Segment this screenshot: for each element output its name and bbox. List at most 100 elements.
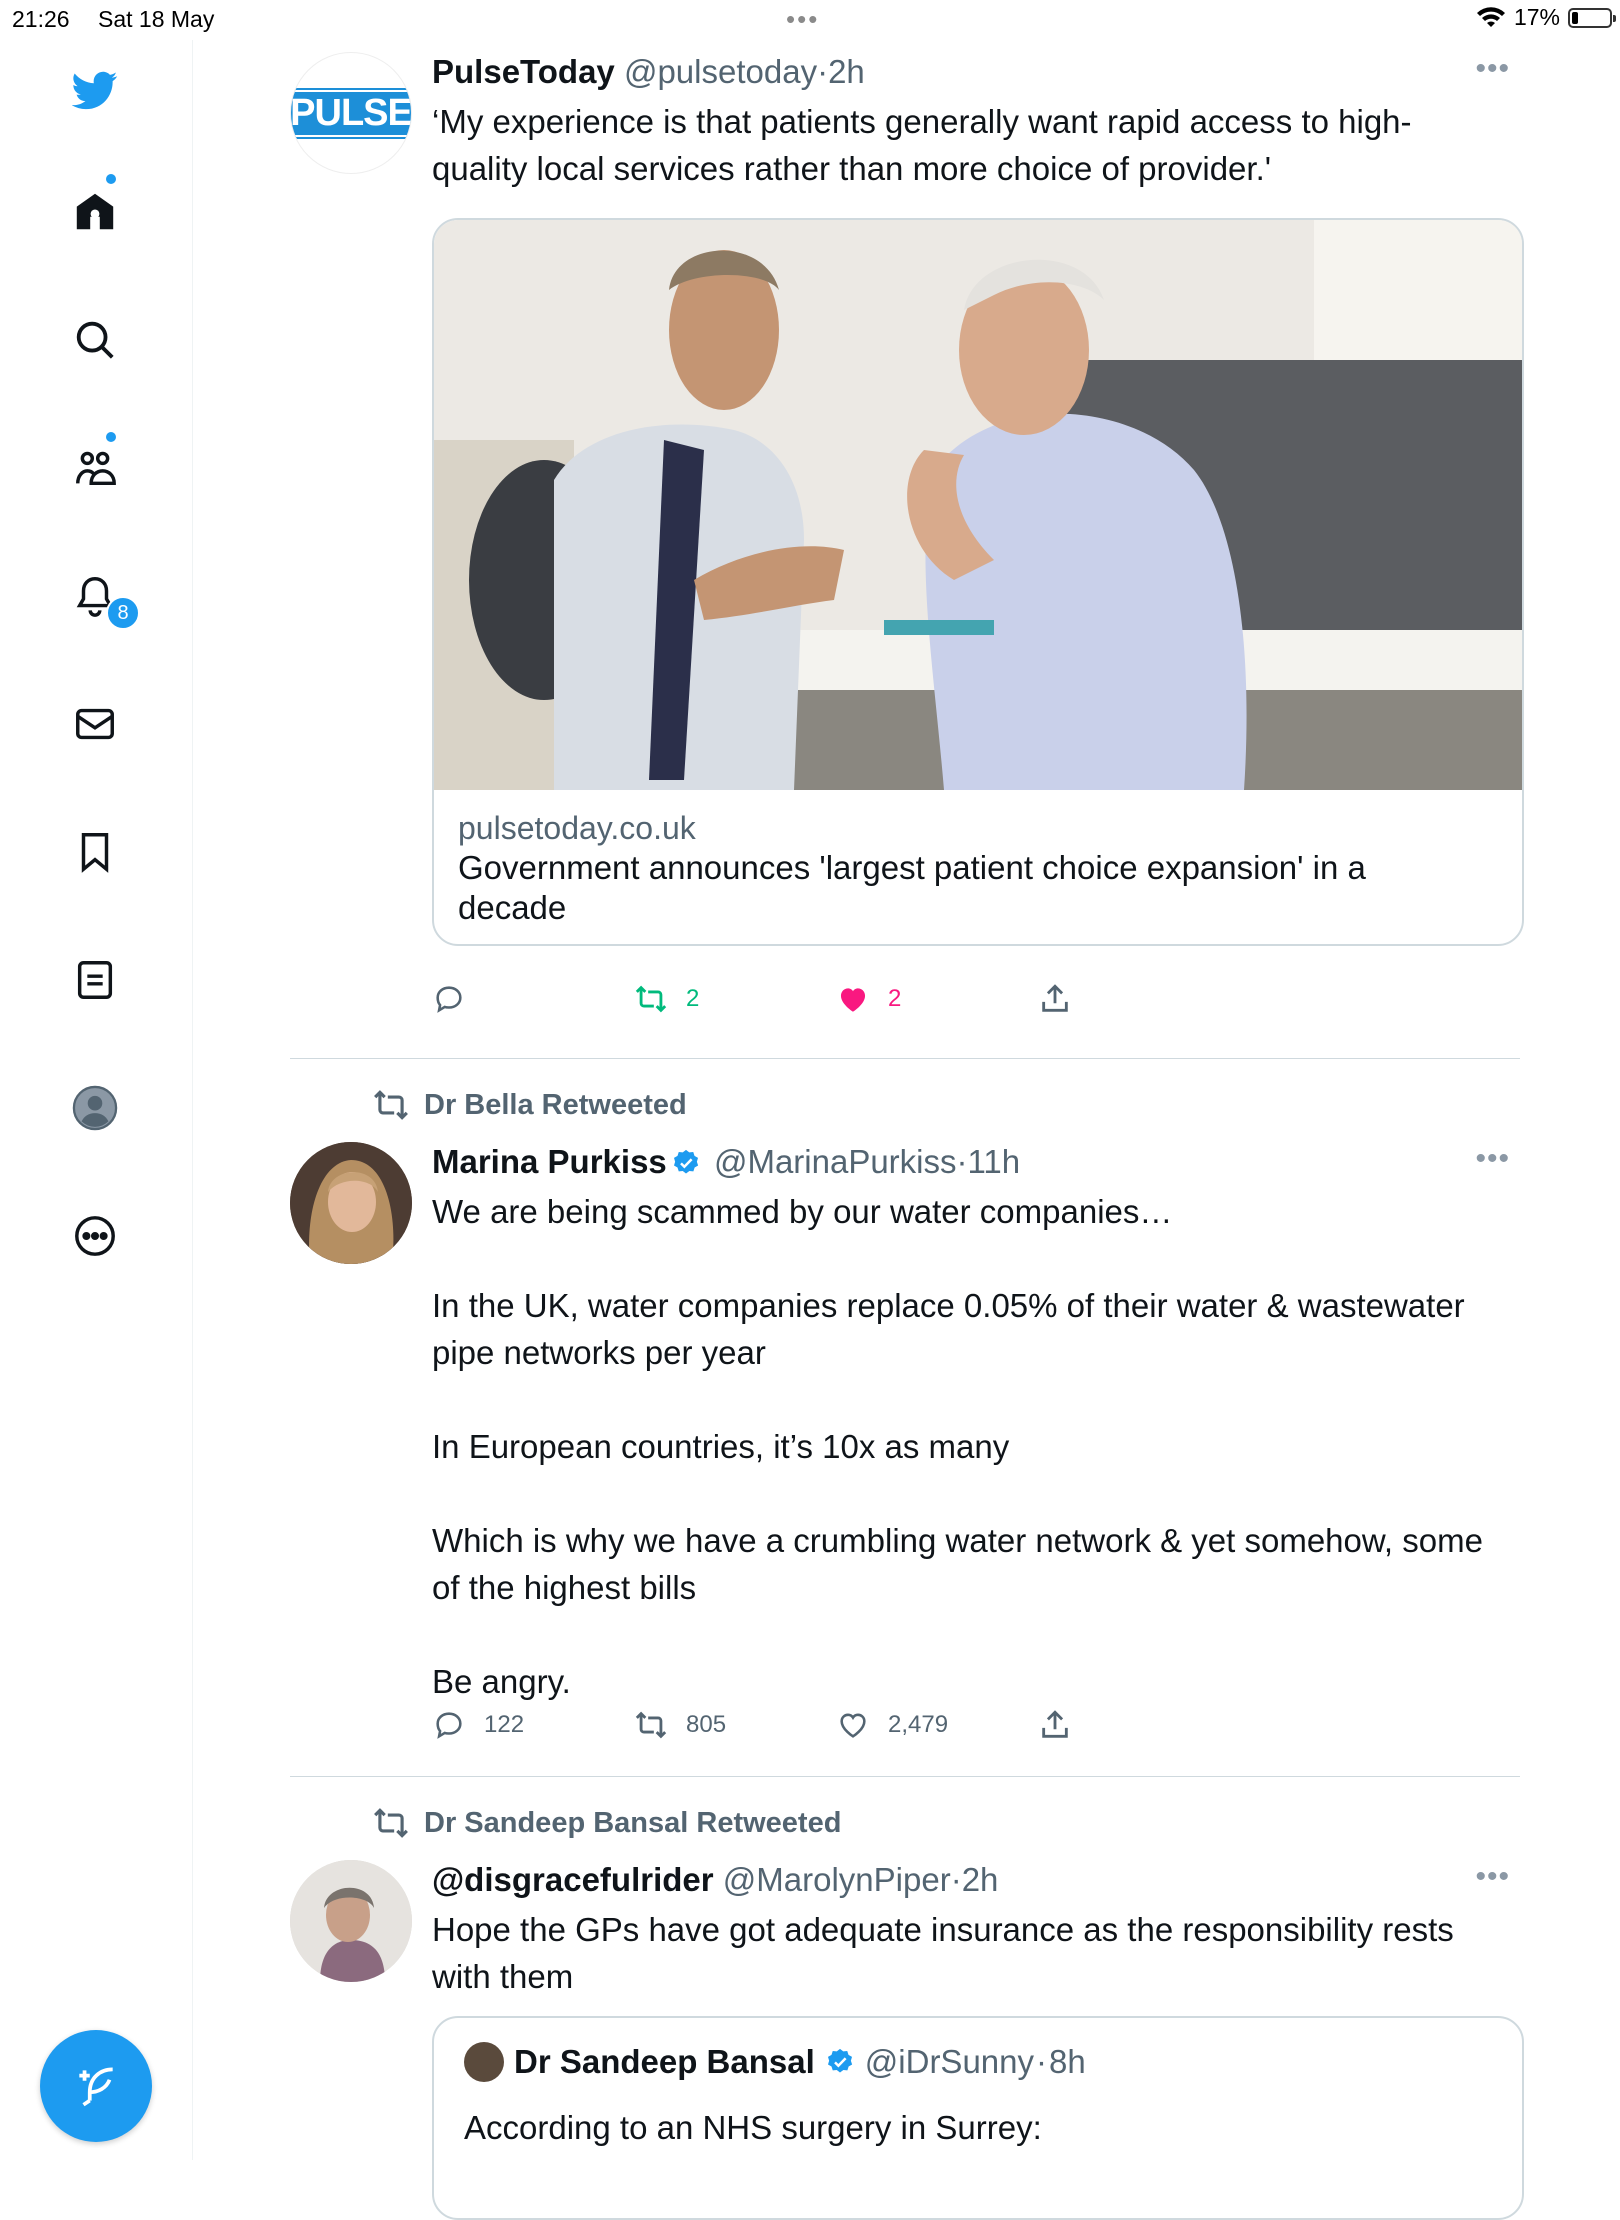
divider: [290, 1776, 1520, 1777]
verified-badge-icon: [827, 2048, 852, 2073]
status-time: 21:26: [12, 6, 70, 32]
tweet-time[interactable]: 2h: [962, 1861, 999, 1898]
tweet-actions: 122 805 2,479: [432, 1708, 1520, 1748]
share-icon: [1042, 984, 1068, 1012]
more-options-icon[interactable]: •••: [1475, 1860, 1510, 1894]
quoted-tweet[interactable]: Dr Sandeep Bansal @iDrSunny · 8h According…: [432, 2016, 1524, 2220]
tweet-body: @disgracefulrider @MarolynPiper·2h Hope …: [432, 1860, 1520, 2000]
communities-notification-dot: [106, 432, 116, 442]
tweet-body: Marina Purkiss @MarinaPurkiss·11h We are…: [432, 1142, 1520, 1705]
quoted-tweet-header: Dr Sandeep Bansal @iDrSunny · 8h: [464, 2042, 1086, 2082]
retweet-count: 2: [686, 985, 700, 1012]
battery-level: [1572, 11, 1578, 24]
separator: ·: [956, 1143, 968, 1180]
retweet-button[interactable]: 2: [634, 982, 699, 1016]
messages-icon[interactable]: [65, 694, 125, 754]
reply-icon: [436, 986, 462, 1013]
tweet-header: Marina Purkiss @MarinaPurkiss·11h: [432, 1142, 1520, 1182]
communities-icon[interactable]: [65, 438, 125, 498]
quoted-tweet-time: 8h: [1049, 2043, 1086, 2080]
retweet-count: 805: [686, 1711, 727, 1738]
tweet-time[interactable]: 2h: [828, 53, 865, 90]
heart-icon: [840, 1713, 866, 1738]
search-icon[interactable]: [65, 310, 125, 370]
retweet-icon: [635, 1711, 667, 1739]
tweet-paragraph: In European countries, it’s 10x as many: [432, 1428, 1010, 1465]
bookmarks-icon[interactable]: [65, 822, 125, 882]
compose-button[interactable]: [40, 2030, 152, 2142]
author-name[interactable]: @disgracefulrider: [432, 1861, 714, 1898]
tweet-header: @disgracefulrider @MarolynPiper·2h: [432, 1860, 1520, 1900]
like-button[interactable]: 2,479: [836, 1708, 948, 1742]
compose-icon: [79, 2067, 113, 2107]
separator: ·: [1036, 2043, 1048, 2080]
tweet-disgracefulrider[interactable]: @disgracefulrider @MarolynPiper·2h Hope …: [290, 1820, 1524, 2220]
quoted-author-name: Dr Sandeep Bansal: [514, 2043, 815, 2080]
heart-filled-icon: [840, 988, 866, 1012]
avatar[interactable]: PULSE: [290, 52, 412, 174]
like-count: 2: [888, 985, 902, 1012]
tweet-paragraph: We are being scammed by our water compan…: [432, 1193, 1173, 1230]
home-notification-dot: [106, 174, 116, 184]
pulse-logo: PULSE: [291, 87, 411, 139]
tweet-paragraph: Which is why we have a crumbling water n…: [432, 1522, 1483, 1606]
card-title: Government announces 'largest patient ch…: [458, 849, 1366, 926]
tweet-text: ‘My experience is that patients generall…: [432, 103, 1412, 187]
status-bar: 21:26 Sat 18 May ••• 17%: [0, 0, 1620, 40]
twitter-bird-icon[interactable]: [65, 60, 125, 120]
article-image[interactable]: [434, 220, 1522, 790]
quoted-author-handle: @iDrSunny: [864, 2043, 1035, 2080]
avatar[interactable]: [290, 1142, 412, 1264]
tweet-body: PulseToday @pulsetoday·2h ‘My experience…: [432, 52, 1520, 192]
lists-icon[interactable]: [65, 950, 125, 1010]
tweet-marina-purkiss[interactable]: Marina Purkiss @MarinaPurkiss·11h We are…: [290, 1102, 1520, 1782]
more-options-icon[interactable]: •••: [1475, 1142, 1510, 1176]
author-handle[interactable]: @MarinaPurkiss: [714, 1143, 957, 1180]
tweet-paragraph: Be angry.: [432, 1663, 571, 1700]
like-button[interactable]: 2: [836, 982, 901, 1016]
verified-badge-icon: [673, 1149, 698, 1174]
reply-icon: [436, 1712, 462, 1739]
battery-icon: [1568, 7, 1616, 28]
quoted-avatar[interactable]: [464, 2042, 504, 2082]
battery-percent: 17%: [1513, 4, 1560, 30]
separator: ·: [950, 1861, 962, 1898]
retweet-icon: [635, 985, 667, 1013]
author-handle[interactable]: @MarolynPiper: [723, 1861, 951, 1898]
wifi-icon: [1476, 6, 1505, 27]
quoted-tweet-text: According to an NHS surgery in Surrey:: [464, 2109, 1042, 2146]
author-name[interactable]: PulseToday: [432, 53, 615, 90]
reply-button[interactable]: [432, 982, 466, 1016]
tweet-time[interactable]: 11h: [968, 1143, 1021, 1180]
share-icon: [1042, 1710, 1068, 1738]
status-date: Sat 18 May: [98, 6, 215, 32]
author-handle[interactable]: @pulsetoday: [624, 53, 817, 90]
timeline: PULSE PulseToday @pulsetoday·2h ‘My expe…: [192, 40, 1620, 2220]
author-name[interactable]: Marina Purkiss: [432, 1143, 667, 1180]
link-card[interactable]: pulsetoday.co.uk Government announces 'l…: [432, 218, 1524, 946]
tweet-text: We are being scammed by our water compan…: [432, 1188, 1520, 1705]
tweet-text: Hope the GPs have got adequate insurance…: [432, 1911, 1454, 1995]
retweet-button[interactable]: 805: [634, 1708, 726, 1742]
profile-icon[interactable]: [65, 1078, 125, 1138]
avatar[interactable]: [290, 1860, 412, 1982]
card-domain: pulsetoday.co.uk: [458, 810, 696, 846]
multitasking-dots-icon[interactable]: •••: [786, 4, 819, 35]
share-button[interactable]: [1038, 982, 1072, 1016]
more-icon[interactable]: [65, 1206, 125, 1266]
like-count: 2,479: [888, 1711, 949, 1738]
notifications-badge: 8: [106, 596, 140, 630]
home-icon[interactable]: [65, 182, 125, 242]
sidebar: 8: [0, 40, 193, 2160]
share-button[interactable]: [1038, 1708, 1072, 1742]
divider: [290, 1058, 1520, 1059]
tweet-header: PulseToday @pulsetoday·2h: [432, 52, 1520, 92]
tweet-actions: 2 2: [432, 982, 1520, 1022]
separator: ·: [817, 53, 829, 90]
reply-button[interactable]: 122: [432, 1708, 524, 1742]
tweet-pulsetoday[interactable]: PULSE PulseToday @pulsetoday·2h ‘My expe…: [290, 52, 1524, 1022]
reply-count: 122: [484, 1711, 525, 1738]
more-options-icon[interactable]: •••: [1475, 52, 1510, 86]
status-right: 17%: [1476, 4, 1616, 31]
tweet-paragraph: In the UK, water companies replace 0.05%…: [432, 1287, 1465, 1371]
